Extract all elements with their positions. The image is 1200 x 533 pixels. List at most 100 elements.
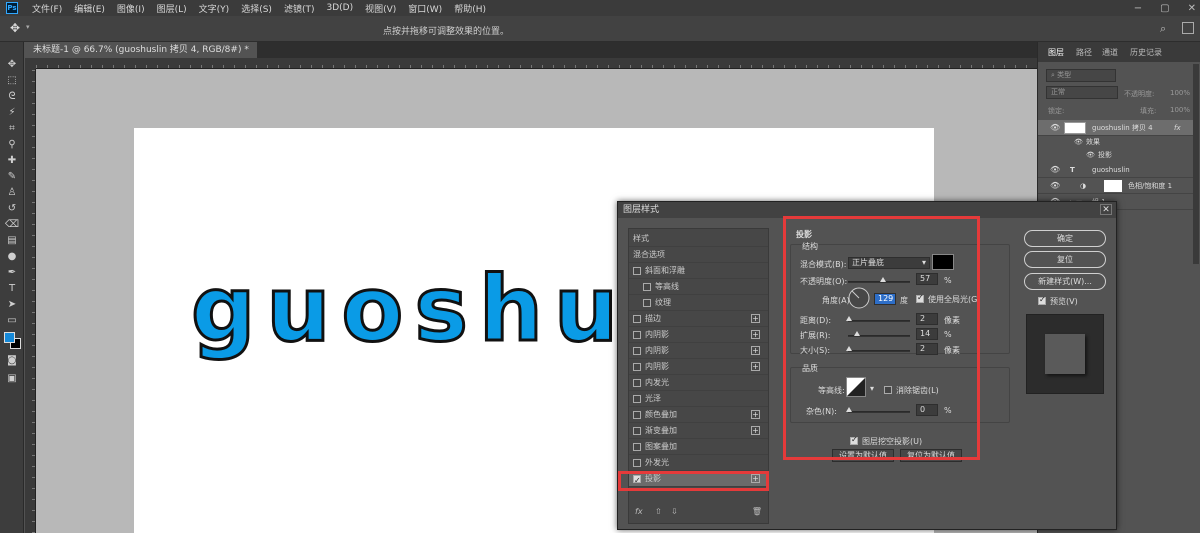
knockout-checkbox[interactable]: 图层挖空投影(U) [850, 435, 922, 447]
fx-icon[interactable]: fx [635, 507, 643, 516]
heal-tool-icon[interactable]: ✚ [4, 154, 20, 168]
canvas-text-layer[interactable]: guoshu [189, 263, 629, 356]
style-item-checkbox[interactable] [633, 427, 641, 435]
crop-tool-icon[interactable]: ⌗ [4, 122, 20, 136]
distance-slider[interactable] [846, 316, 910, 322]
menu-edit[interactable]: 编辑(E) [68, 2, 111, 15]
size-slider[interactable] [846, 346, 910, 352]
shape-tool-icon[interactable]: ▭ [4, 314, 20, 328]
add-effect-icon[interactable]: + [751, 410, 760, 419]
dodge-tool-icon[interactable]: ● [4, 250, 20, 264]
menu-view[interactable]: 视图(V) [359, 2, 402, 15]
style-item[interactable]: 内阴影 + [629, 359, 768, 375]
style-item[interactable]: 纹理 [629, 295, 768, 311]
distance-input[interactable]: 2 [916, 313, 938, 325]
document-tab[interactable]: 未标题-1 @ 66.7% (guoshuslin 拷贝 4, RGB/8#) … [25, 42, 257, 58]
menu-layer[interactable]: 图层(L) [151, 2, 193, 15]
minimize-button[interactable]: − [1134, 3, 1142, 14]
set-default-button[interactable]: 设置为默认值 [832, 449, 894, 462]
dropshadow-eye-icon[interactable]: 👁 [1086, 149, 1095, 162]
fill-value[interactable]: 100% [1170, 106, 1190, 114]
style-item[interactable]: 斜面和浮雕 [629, 263, 768, 279]
search-icon[interactable]: ⌕ [1160, 22, 1166, 36]
eye-icon[interactable]: 👁 [1050, 120, 1060, 136]
style-item-checkbox[interactable] [633, 473, 641, 489]
add-effect-icon[interactable]: + [751, 330, 760, 339]
style-item[interactable]: 外发光 [629, 455, 768, 471]
style-item-checkbox[interactable] [633, 411, 641, 419]
marquee-tool-icon[interactable]: ⬚ [4, 74, 20, 88]
size-input[interactable]: 2 [916, 343, 938, 355]
style-item-checkbox[interactable] [633, 267, 641, 275]
close-icon[interactable]: ✕ [1100, 204, 1112, 215]
layer-effects-row[interactable]: 👁 效果 [1038, 136, 1193, 149]
layer-opacity-value[interactable]: 100% [1170, 89, 1190, 97]
style-item[interactable]: 等高线 [629, 279, 768, 295]
layer-dropshadow-row[interactable]: 👁 投影 [1038, 149, 1193, 162]
layer-row[interactable]: 👁 guoshuslin 拷贝 4 fx [1038, 120, 1193, 136]
noise-slider-thumb[interactable] [846, 407, 852, 412]
quick-mask-icon[interactable]: ◙ [4, 354, 20, 368]
blend-mode-select[interactable]: 正片叠底 ▾ [848, 257, 930, 269]
trash-icon[interactable]: 🗑 [752, 507, 762, 516]
style-item-checkbox[interactable] [633, 379, 641, 387]
style-item[interactable]: 图案叠加 [629, 439, 768, 455]
add-effect-icon[interactable]: + [751, 346, 760, 355]
style-item[interactable]: 光泽 [629, 391, 768, 407]
menu-help[interactable]: 帮助(H) [448, 2, 492, 15]
style-item-checkbox[interactable] [633, 459, 641, 467]
maximize-button[interactable]: ▢ [1160, 3, 1169, 14]
eye-icon[interactable]: 👁 [1050, 162, 1060, 178]
tab-layers[interactable]: 图层 [1048, 47, 1064, 58]
layers-scrollbar[interactable] [1193, 64, 1199, 264]
noise-input[interactable]: 0 [916, 404, 938, 416]
new-style-button[interactable]: 新建样式(W)... [1024, 273, 1106, 290]
tab-channels[interactable]: 通道 [1102, 47, 1118, 58]
style-item[interactable]: 颜色叠加 + [629, 407, 768, 423]
style-item[interactable]: 渐变叠加 + [629, 423, 768, 439]
vertical-ruler[interactable] [25, 69, 36, 533]
horizontal-ruler[interactable] [36, 58, 1037, 69]
lasso-tool-icon[interactable]: ᘓ [4, 90, 20, 104]
reset-default-button[interactable]: 复位为默认值 [900, 449, 962, 462]
effects-eye-icon[interactable]: 👁 [1074, 136, 1083, 149]
arrow-up-icon[interactable]: ⇧ [655, 507, 662, 516]
style-item[interactable]: 内阴影 + [629, 327, 768, 343]
reset-button[interactable]: 复位 [1024, 251, 1106, 268]
style-item-checkbox[interactable] [643, 299, 651, 307]
spread-slider[interactable] [848, 331, 910, 337]
chevron-down-icon[interactable]: ▾ [870, 384, 874, 393]
ok-button[interactable]: 确定 [1024, 230, 1106, 247]
style-item[interactable]: 内阴影 + [629, 343, 768, 359]
noise-slider[interactable] [846, 407, 910, 413]
opacity-slider[interactable] [848, 277, 910, 283]
add-effect-icon[interactable]: + [751, 362, 760, 371]
fx-icon[interactable]: fx [1174, 120, 1181, 136]
arrow-down-icon[interactable]: ⇩ [671, 507, 678, 516]
layer-blend-mode[interactable]: 正常 [1046, 86, 1118, 99]
tab-paths[interactable]: 路径 [1076, 47, 1092, 58]
spread-input[interactable]: 14 [916, 328, 938, 340]
antialias-checkbox[interactable]: 消除锯齿(L) [884, 385, 939, 396]
close-window-button[interactable]: ✕ [1188, 3, 1196, 14]
contour-preview-icon[interactable] [846, 377, 866, 397]
magic-wand-tool-icon[interactable]: ⚡ [4, 106, 20, 120]
layer-row[interactable]: 👁 T guoshuslin [1038, 162, 1193, 178]
style-item-checkbox[interactable] [633, 443, 641, 451]
foreground-color-swatch[interactable] [4, 332, 15, 343]
style-item-checkbox[interactable] [643, 283, 651, 291]
style-item-checkbox[interactable] [633, 363, 641, 371]
move-icon[interactable]: ✥ [10, 21, 20, 35]
eyedropper-tool-icon[interactable]: ⚲ [4, 138, 20, 152]
move-tool-icon[interactable]: ✥ [4, 58, 20, 72]
blend-options-item[interactable]: 混合选项 [629, 247, 768, 263]
layer-kind-filter[interactable]: ⌕ 类型 [1046, 69, 1116, 82]
opacity-input[interactable]: 57 [916, 273, 938, 285]
menu-type[interactable]: 文字(Y) [193, 2, 236, 15]
style-item[interactable]: 投影 + [629, 471, 768, 489]
chevron-down-icon[interactable]: ▾ [26, 23, 30, 31]
layer-row[interactable]: 👁 ◑ 色相/饱和度 1 [1038, 178, 1193, 194]
distance-slider-thumb[interactable] [846, 316, 852, 321]
menu-file[interactable]: 文件(F) [26, 2, 68, 15]
menu-select[interactable]: 选择(S) [235, 2, 278, 15]
